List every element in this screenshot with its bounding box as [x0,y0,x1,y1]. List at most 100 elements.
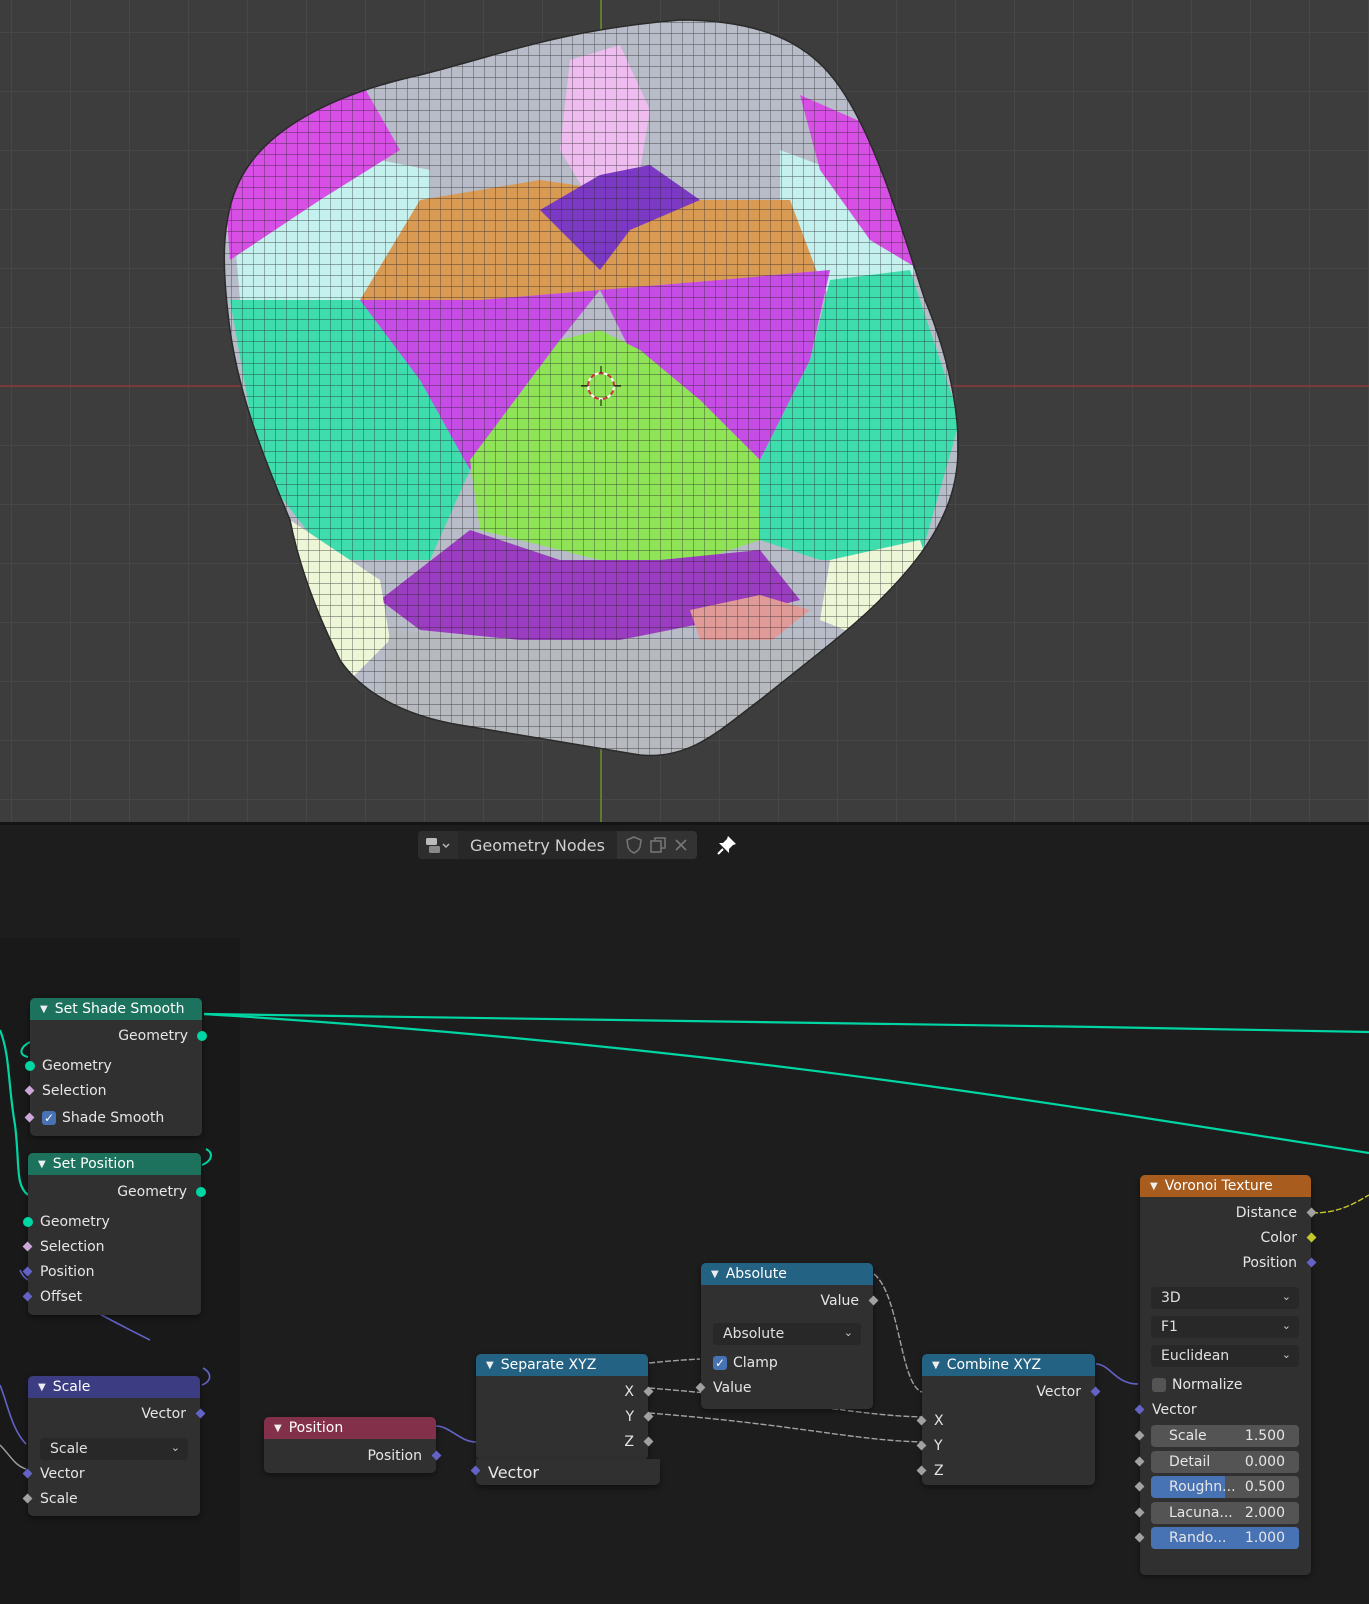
input-label: Position [40,1264,95,1280]
node-header[interactable]: ▼ Combine XYZ [922,1354,1095,1376]
field-label: Scale [1169,1428,1207,1444]
collapse-chevron-icon[interactable]: ▼ [486,1360,494,1371]
output-label: Vector [141,1406,186,1422]
node-tree-icon [426,838,450,853]
distance-metric-dropdown[interactable]: Euclidean ⌄ [1151,1345,1299,1367]
input-row: Position [22,1261,201,1283]
feature-dropdown[interactable]: F1 ⌄ [1151,1316,1299,1338]
voronoi-field-4[interactable]: Lacuna... 2.000 [1151,1501,1299,1524]
input-label: Geometry [42,1058,112,1074]
pin-button[interactable] [713,831,741,859]
node-combine-xyz[interactable]: ▼ Combine XYZ Vector X Y Z [916,1354,1101,1485]
node-header[interactable]: ▼ Separate XYZ [476,1354,648,1376]
node-voronoi-texture[interactable]: ▼ Voronoi Texture Distance Color Positio… [1134,1175,1317,1575]
chevron-down-icon: ⌄ [1281,1348,1291,1361]
node-set-position[interactable]: ▼ Set Position Geometry Geometry Selecti… [22,1153,206,1315]
geometry-output-socket[interactable] [196,1187,206,1197]
field-value: 1.500 [1244,1428,1285,1444]
collapse-chevron-icon[interactable]: ▼ [1150,1181,1158,1192]
clamp-checkbox[interactable]: ✓ [713,1356,727,1370]
normalize-row: Normalize [1140,1374,1311,1396]
shade-smooth-checkbox[interactable]: ✓ [42,1111,56,1125]
checkbox-label: Clamp [733,1355,778,1371]
3d-viewport[interactable] [0,0,1369,822]
node-header[interactable]: ▼ Absolute [701,1263,873,1285]
close-icon[interactable] [673,837,689,853]
collapse-chevron-icon[interactable]: ▼ [40,1004,48,1015]
collapse-chevron-icon[interactable]: ▼ [932,1360,940,1371]
node-scale[interactable]: ▼ Scale Vector Scale ⌄ Vector Scale [22,1376,206,1516]
node-title: Combine XYZ [946,1357,1042,1373]
separate-xyz-input-row: Vector [470,1459,660,1485]
input-label: Vector [488,1462,539,1482]
node-position[interactable]: ▼ Position Position [264,1417,442,1473]
dropdown-value: F1 [1161,1319,1178,1335]
input-row: X [916,1410,1095,1432]
dropdown-value: Absolute [723,1326,785,1342]
input-row: Selection [22,1236,201,1258]
output-row: Geometry [30,1025,207,1047]
input-label: Selection [40,1239,105,1255]
output-row: Position [1140,1252,1317,1274]
output-label: Color [1260,1230,1297,1246]
duplicate-icon[interactable] [649,836,667,854]
output-label: Geometry [117,1184,187,1200]
voronoi-field-1[interactable]: Scale 1.500 [1151,1425,1299,1447]
node-group-actions [616,831,697,859]
node-header[interactable]: ▼ Scale [28,1376,200,1398]
collapse-chevron-icon[interactable]: ▼ [711,1269,719,1280]
node-title: Scale [52,1379,91,1395]
input-row: Selection [24,1080,202,1102]
node-header[interactable]: ▼ Set Position [28,1153,201,1175]
node-absolute[interactable]: ▼ Absolute Value Absolute ⌄ ✓ Clamp Valu… [695,1263,879,1409]
node-header[interactable]: ▼ Set Shade Smooth [30,998,202,1020]
output-label: Geometry [118,1028,188,1044]
collapse-chevron-icon[interactable]: ▼ [274,1423,282,1434]
node-set-shade-smooth[interactable]: ▼ Set Shade Smooth Geometry Geometry Sel… [24,998,207,1136]
dimensions-dropdown[interactable]: 3D ⌄ [1151,1287,1299,1309]
geometry-input-socket[interactable] [25,1061,35,1071]
node-group-name-field[interactable]: Geometry Nodes [458,831,617,859]
output-label: X [624,1384,634,1400]
field-label: Detail [1169,1453,1211,1470]
output-row: Y [476,1406,654,1428]
output-row: Position [264,1445,442,1467]
node-title: Position [288,1420,344,1436]
input-row: Value [695,1377,873,1399]
input-label: Vector [40,1466,85,1482]
output-label: Distance [1235,1205,1297,1221]
output-label: Y [625,1409,634,1425]
node-separate-xyz[interactable]: ▼ Separate XYZ X Y Z [476,1354,654,1460]
collapse-chevron-icon[interactable]: ▼ [38,1159,46,1170]
node-title: Voronoi Texture [1164,1178,1273,1194]
input-row: Vector [22,1463,200,1485]
field-value: 2.000 [1244,1504,1285,1521]
node-header[interactable]: ▼ Position [264,1417,436,1439]
fake-user-shield-icon[interactable] [625,836,643,854]
dropdown-value: Scale [50,1441,88,1457]
voronoi-field-3[interactable]: Roughn... 0.500 [1151,1476,1299,1498]
output-row: Geometry [28,1181,206,1203]
editor-type-button[interactable] [418,831,458,859]
output-row: X [476,1381,654,1403]
output-label: Vector [1036,1384,1081,1400]
input-label: Vector [1152,1402,1197,1418]
output-label: Position [1242,1255,1297,1271]
normalize-checkbox[interactable] [1152,1378,1166,1392]
node-title: Set Position [52,1156,135,1172]
node-header[interactable]: ▼ Voronoi Texture [1140,1175,1311,1197]
geometry-input-socket[interactable] [23,1217,33,1227]
output-label: Position [367,1448,422,1464]
collapse-chevron-icon[interactable]: ▼ [38,1382,46,1393]
input-label: Z [934,1463,944,1479]
output-row: Value [701,1290,879,1312]
voronoi-field-2[interactable]: Detail 0.000 [1151,1450,1299,1473]
geometry-output-socket[interactable] [197,1031,207,1041]
node-editor[interactable]: Geometry Nodes ▼ Set Shade Smooth Geomet… [0,825,1369,1604]
viewport-scene [0,0,1369,822]
operation-dropdown[interactable]: Absolute ⌄ [713,1323,861,1345]
input-label: Scale [40,1491,78,1507]
input-row: Geometry [25,1055,202,1077]
voronoi-field-5[interactable]: Rando... 1.000 [1151,1527,1299,1549]
operation-dropdown[interactable]: Scale ⌄ [40,1438,188,1460]
